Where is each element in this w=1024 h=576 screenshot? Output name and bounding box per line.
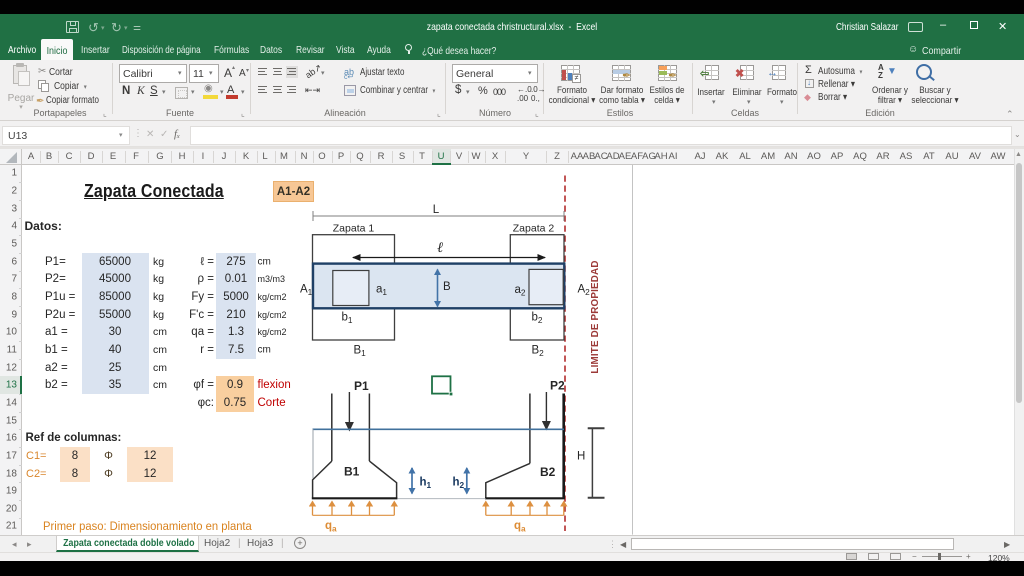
svg-text:h2: h2 <box>453 477 465 491</box>
svg-text:qa: qa <box>514 520 526 534</box>
svg-text:A1: A1 <box>300 284 313 298</box>
svg-text:B: B <box>443 281 451 293</box>
svg-text:B2: B2 <box>540 465 556 479</box>
svg-text:h1: h1 <box>420 477 432 491</box>
svg-text:L: L <box>433 204 440 216</box>
svg-text:B2: B2 <box>532 345 545 359</box>
svg-text:A2: A2 <box>578 284 591 298</box>
svg-text:LIMITE DE PROPIEDAD: LIMITE DE PROPIEDAD <box>590 260 601 373</box>
svg-text:H: H <box>577 451 585 463</box>
svg-text:B1: B1 <box>354 345 367 359</box>
svg-text:B1: B1 <box>344 465 360 479</box>
svg-text:P1: P1 <box>354 379 369 393</box>
svg-text:P2: P2 <box>550 379 565 393</box>
svg-text:qa: qa <box>325 520 337 534</box>
svg-text:Zapata 2: Zapata 2 <box>513 223 555 235</box>
svg-text:ℓ: ℓ <box>437 240 443 256</box>
svg-text:Zapata 1: Zapata 1 <box>333 223 375 235</box>
